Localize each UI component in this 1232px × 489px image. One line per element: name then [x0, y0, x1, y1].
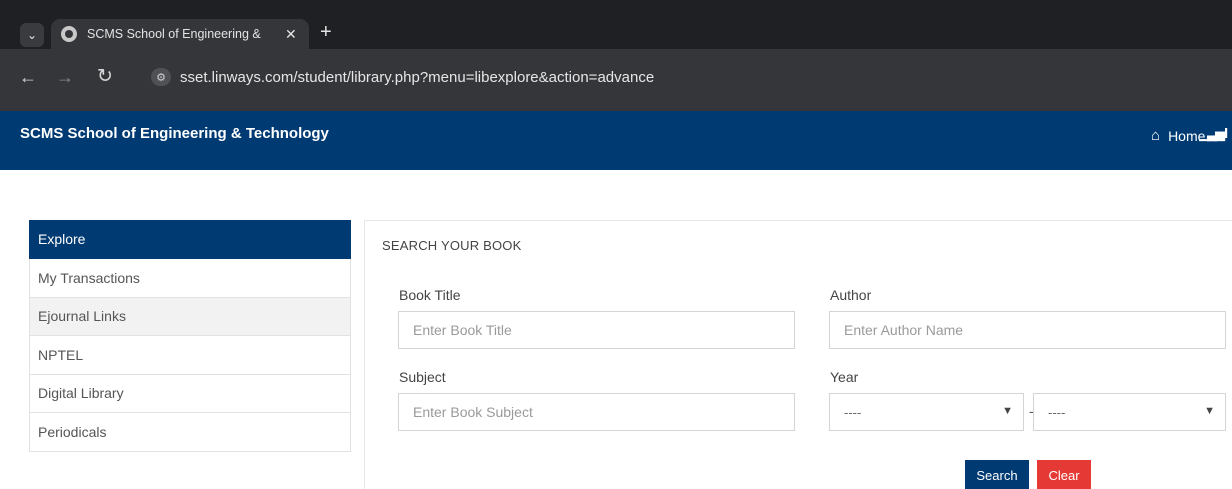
year-label: Year: [830, 369, 859, 385]
author-input[interactable]: [829, 311, 1226, 349]
site-title[interactable]: SCMS School of Engineering & Technology: [20, 125, 329, 142]
book-title-label: Book Title: [399, 287, 461, 303]
arrow-left-icon[interactable]: ←: [19, 67, 37, 87]
browser-tab-strip: ⌄ SCMS School of Engineering & ✕ +: [0, 0, 1232, 49]
reload-icon[interactable]: ↻: [97, 67, 113, 87]
clear-button[interactable]: Clear: [1037, 460, 1091, 489]
sidebar-item-nptel[interactable]: NPTEL: [29, 336, 351, 375]
tab-title: SCMS School of Engineering &: [87, 27, 261, 41]
chevron-down-icon: ▼: [1204, 405, 1215, 417]
sidebar-item-label: Explore: [38, 231, 86, 247]
sidebar-item-label: NPTEL: [38, 346, 84, 363]
sidebar-item-explore[interactable]: Explore: [29, 220, 351, 259]
year-from-select[interactable]: ---- ▼: [829, 393, 1024, 431]
chevron-down-icon: ⌄: [26, 28, 38, 42]
close-icon[interactable]: ✕: [285, 26, 297, 43]
home-icon: ⌂: [1151, 127, 1161, 144]
sidebar-item-my-transactions[interactable]: My Transactions: [29, 259, 351, 298]
author-label: Author: [830, 287, 872, 303]
browser-toolbar: ← → ↻ ⚙ sset.linways.com/student/library…: [0, 49, 1232, 160]
sidebar-item-ejournal-links[interactable]: Ejournal Links: [29, 297, 351, 336]
new-tab-button[interactable]: +: [320, 22, 332, 42]
year-from-value: ----: [844, 404, 862, 420]
search-button[interactable]: Search: [965, 460, 1029, 489]
subject-label: Subject: [399, 369, 446, 385]
panel-title: SEARCH YOUR BOOK: [382, 238, 522, 253]
subject-input[interactable]: [398, 393, 795, 431]
sidebar-item-periodicals[interactable]: Periodicals: [29, 413, 351, 452]
browser-tab[interactable]: SCMS School of Engineering & ✕: [51, 19, 309, 49]
sidebar-item-label: Periodicals: [38, 423, 107, 440]
chevron-down-icon: ▼: [1002, 405, 1013, 417]
search-panel: SEARCH YOUR BOOK Book Title Author Subje…: [364, 220, 1232, 489]
sidebar-item-digital-library[interactable]: Digital Library: [29, 374, 351, 413]
sidebar-item-label: Ejournal Links: [38, 308, 126, 325]
header-menu-cut[interactable]: I: [1224, 125, 1228, 142]
year-to-value: ----: [1048, 404, 1066, 420]
signal-bars-icon[interactable]: ▁▃▅: [1199, 126, 1225, 142]
book-title-input[interactable]: [398, 311, 795, 349]
tab-search-button[interactable]: ⌄: [20, 23, 44, 47]
year-to-select[interactable]: ---- ▼: [1033, 393, 1226, 431]
arrow-right-icon[interactable]: →: [56, 67, 74, 87]
site-header: SCMS School of Engineering & Technology …: [0, 111, 1232, 170]
home-link[interactable]: ⌂ Home: [1151, 127, 1205, 144]
sidebar-item-label: My Transactions: [38, 269, 140, 286]
address-bar[interactable]: sset.linways.com/student/library.php?men…: [180, 69, 654, 86]
globe-icon: [61, 26, 77, 42]
tune-icon[interactable]: ⚙: [151, 68, 171, 86]
sidebar-item-label: Digital Library: [38, 385, 124, 402]
sidebar: Explore My Transactions Ejournal Links N…: [29, 220, 351, 452]
